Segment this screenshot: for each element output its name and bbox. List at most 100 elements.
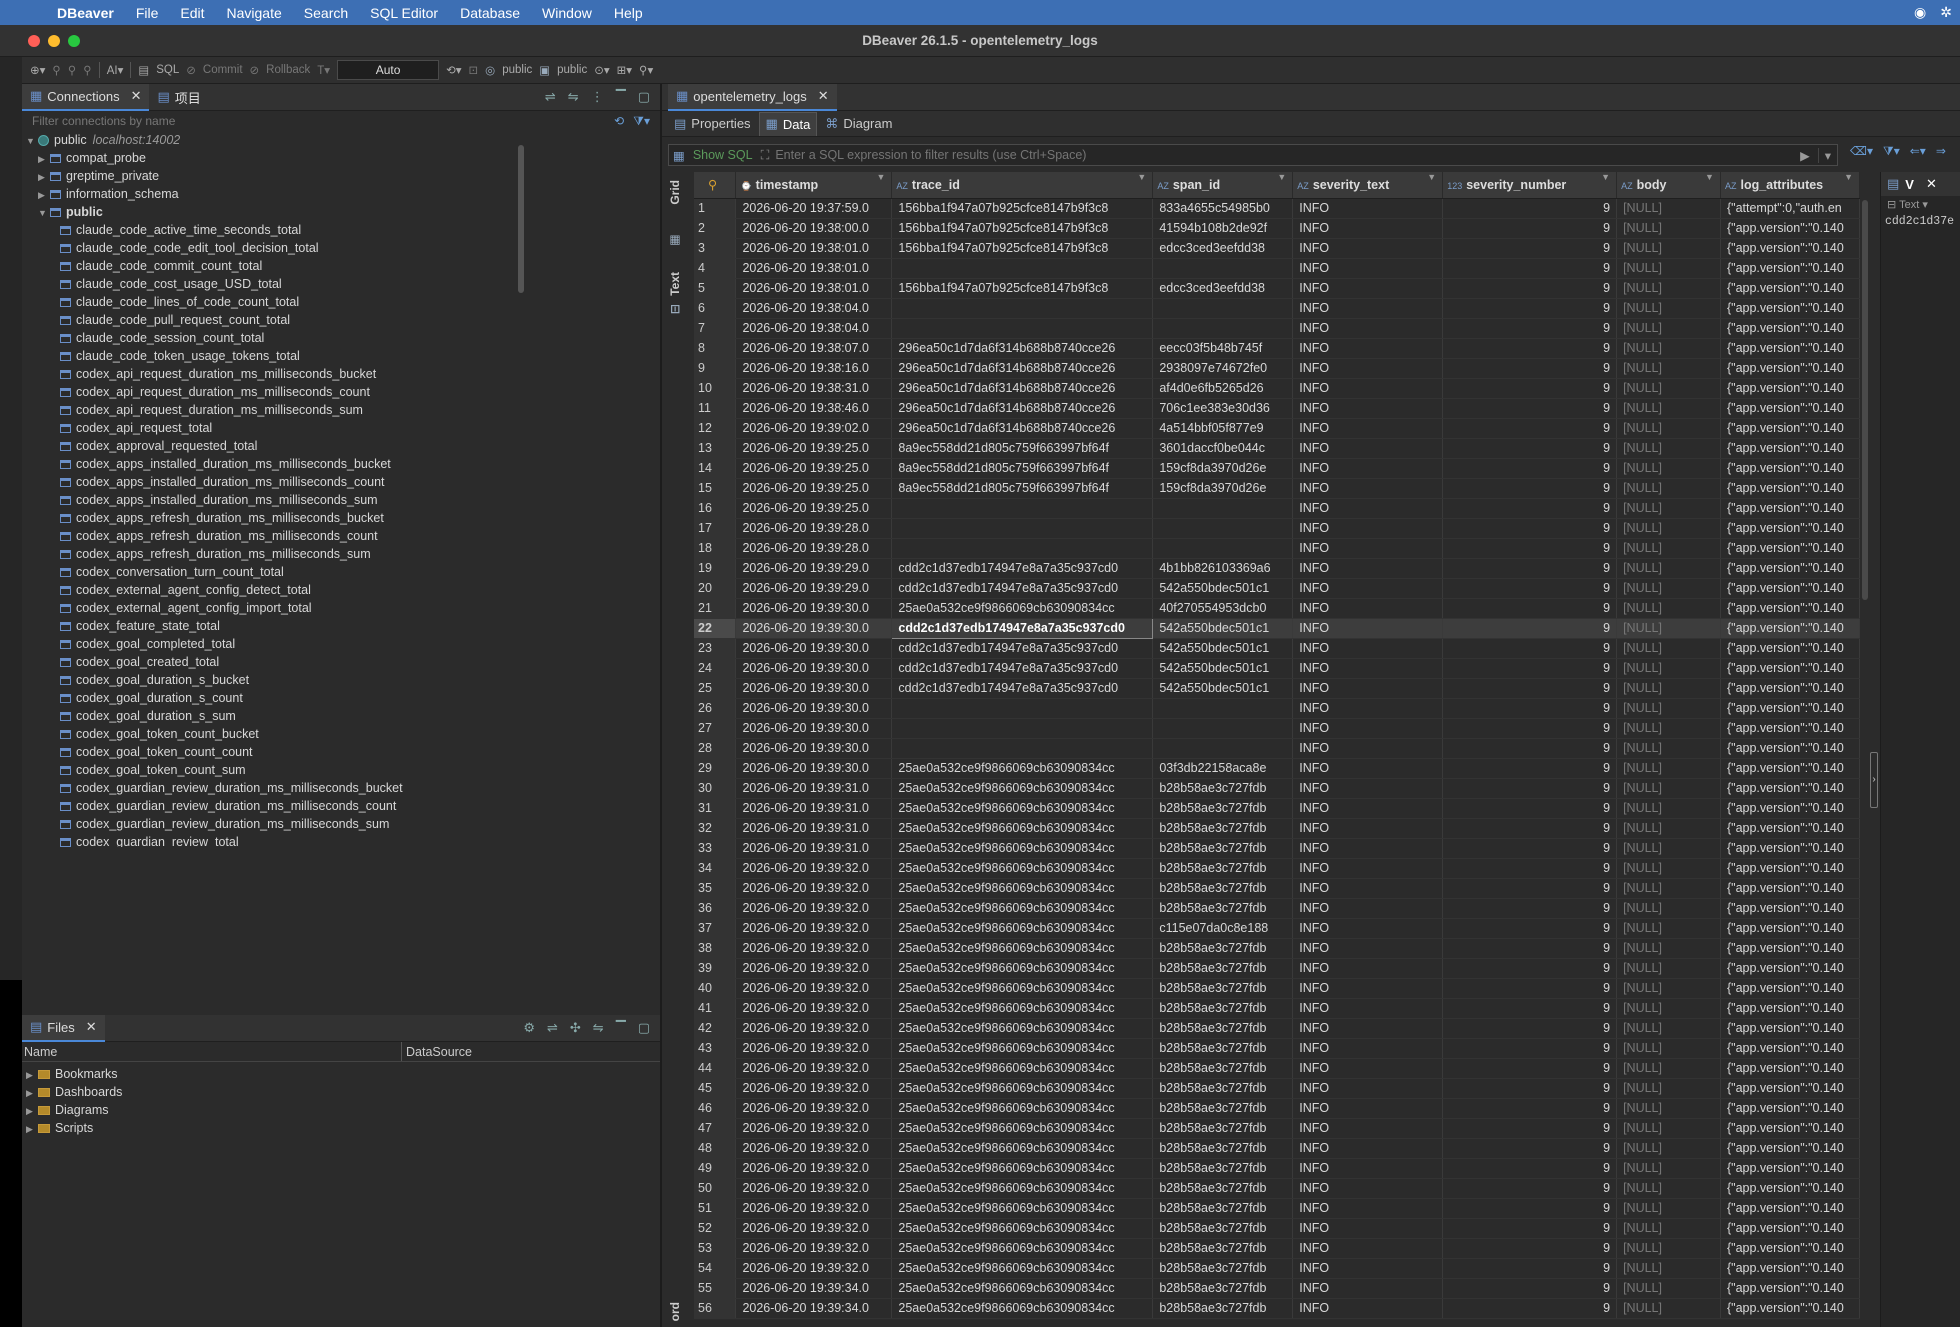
- cell-trace-id[interactable]: 25ae0a532ce9f9866069cb63090834cc: [891, 1078, 1154, 1099]
- cell-log-attributes[interactable]: {"app.version":"0.140: [1720, 438, 1860, 459]
- forward-icon[interactable]: ⇒: [1936, 144, 1946, 159]
- cell-log-attributes[interactable]: {"app.version":"0.140: [1720, 298, 1860, 319]
- menu-navigate[interactable]: Navigate: [216, 5, 293, 21]
- cell-span-id[interactable]: b28b58ae3c727fdb: [1152, 1098, 1294, 1119]
- cell-span-id[interactable]: c115e07da0c8e188: [1152, 918, 1294, 939]
- cell-trace-id[interactable]: 25ae0a532ce9f9866069cb63090834cc: [891, 1038, 1154, 1059]
- row-number[interactable]: 18: [694, 538, 737, 559]
- cell-trace-id[interactable]: [891, 498, 1154, 519]
- row-number[interactable]: 32: [694, 818, 737, 839]
- cell-trace-id[interactable]: 25ae0a532ce9f9866069cb63090834cc: [891, 1258, 1154, 1279]
- cell-log-attributes[interactable]: {"app.version":"0.140: [1720, 778, 1860, 799]
- cell-body[interactable]: [NULL]: [1616, 658, 1721, 679]
- cell-severity-number[interactable]: 9: [1442, 1238, 1618, 1259]
- invalidate-icon[interactable]: ⚲: [83, 63, 91, 77]
- cell-severity-number[interactable]: 9: [1442, 598, 1618, 619]
- cell-log-attributes[interactable]: {"app.version":"0.140: [1720, 1278, 1860, 1299]
- row-number[interactable]: 34: [694, 858, 737, 879]
- tree-node-table[interactable]: codex_apps_installed_duration_ms_millise…: [22, 491, 660, 509]
- cell-body[interactable]: [NULL]: [1616, 1018, 1721, 1039]
- filter-history-icon[interactable]: ▾: [1817, 147, 1837, 163]
- cell-severity-text[interactable]: INFO: [1292, 558, 1444, 579]
- cell-body[interactable]: [NULL]: [1616, 418, 1721, 439]
- cell-timestamp[interactable]: 2026-06-20 19:39:28.0: [735, 518, 893, 539]
- cell-timestamp[interactable]: 2026-06-20 19:39:32.0: [735, 1178, 893, 1199]
- cell-trace-id[interactable]: 25ae0a532ce9f9866069cb63090834cc: [891, 938, 1154, 959]
- cell-body[interactable]: [NULL]: [1616, 998, 1721, 1019]
- value-mode-selector[interactable]: ⊟ Text ▾: [1881, 196, 1960, 213]
- row-number-header[interactable]: ⚲: [694, 172, 737, 199]
- cell-severity-text[interactable]: INFO: [1292, 458, 1444, 479]
- link-editor-icon[interactable]: ⇋: [568, 89, 579, 105]
- cell-span-id[interactable]: b28b58ae3c727fdb: [1152, 1298, 1294, 1319]
- table-row[interactable]: 39 2026-06-20 19:39:32.0 25ae0a532ce9f9866…: [694, 958, 1860, 979]
- cell-trace-id[interactable]: cdd2c1d37edb174947e8a7a35c937cd0: [891, 617, 1154, 639]
- cell-severity-text[interactable]: INFO: [1292, 998, 1444, 1019]
- cell-span-id[interactable]: b28b58ae3c727fdb: [1152, 1198, 1294, 1219]
- cell-timestamp[interactable]: 2026-06-20 19:38:01.0: [735, 238, 893, 259]
- transaction-mode-icon[interactable]: T▾: [317, 63, 330, 77]
- navigate-icon[interactable]: ⊙▾: [594, 63, 609, 77]
- files-item[interactable]: ▶ Bookmarks: [22, 1065, 660, 1083]
- cell-timestamp[interactable]: 2026-06-20 19:39:30.0: [735, 598, 893, 619]
- cell-severity-number[interactable]: 9: [1442, 578, 1618, 599]
- tab-diagram[interactable]: ⌘ Diagram: [819, 112, 898, 136]
- table-row[interactable]: 11 2026-06-20 19:38:46.0 296ea50c1d7da6f31…: [694, 398, 1860, 419]
- row-number[interactable]: 1: [694, 198, 737, 219]
- cell-log-attributes[interactable]: {"app.version":"0.140: [1720, 1058, 1860, 1079]
- tree-node-table[interactable]: codex_goal_duration_s_sum: [22, 707, 660, 725]
- table-row[interactable]: 7 2026-06-20 19:38:04.0 INFO 9 [NULL] {"app.v…: [694, 318, 1860, 339]
- disconnect-icon[interactable]: ⚲: [68, 63, 76, 77]
- cell-severity-text[interactable]: INFO: [1292, 358, 1444, 379]
- new-connection-icon[interactable]: ⊕▾: [30, 63, 45, 77]
- table-row[interactable]: 34 2026-06-20 19:39:32.0 25ae0a532ce9f9866…: [694, 858, 1860, 879]
- cell-log-attributes[interactable]: {"app.version":"0.140: [1720, 218, 1860, 239]
- eraser-icon[interactable]: ⌫▾: [1850, 144, 1873, 159]
- tree-node-table[interactable]: claude_code_cost_usage_USD_total: [22, 275, 660, 293]
- cell-trace-id[interactable]: [891, 258, 1154, 279]
- cell-body[interactable]: [NULL]: [1616, 878, 1721, 899]
- cell-severity-text[interactable]: INFO: [1292, 418, 1444, 439]
- row-number[interactable]: 48: [694, 1138, 737, 1159]
- cell-span-id[interactable]: b28b58ae3c727fdb: [1152, 938, 1294, 959]
- cell-severity-number[interactable]: 9: [1442, 738, 1618, 759]
- cell-severity-number[interactable]: 9: [1442, 1258, 1618, 1279]
- cell-body[interactable]: [NULL]: [1616, 1218, 1721, 1239]
- row-number[interactable]: 36: [694, 898, 737, 919]
- tab-files[interactable]: ▤ Files ✕: [22, 1014, 105, 1042]
- tree-node-table[interactable]: codex_goal_token_count_sum: [22, 761, 660, 779]
- table-row[interactable]: 1 2026-06-20 19:37:59.0 156bba1f947a07b925…: [694, 198, 1860, 219]
- cell-log-attributes[interactable]: {"app.version":"0.140: [1720, 1178, 1860, 1199]
- cell-log-attributes[interactable]: {"app.version":"0.140: [1720, 458, 1860, 479]
- cell-severity-number[interactable]: 9: [1442, 798, 1618, 819]
- table-row[interactable]: 27 2026-06-20 19:39:30.0 INFO 9 [NULL] {"app.…: [694, 718, 1860, 739]
- cell-span-id[interactable]: 542a550bdec501c1: [1152, 638, 1294, 659]
- tab-connections[interactable]: ▦ Connections ✕: [22, 83, 150, 111]
- cell-timestamp[interactable]: 2026-06-20 19:39:30.0: [735, 718, 893, 739]
- cell-severity-number[interactable]: 9: [1442, 1058, 1618, 1079]
- cell-severity-text[interactable]: INFO: [1292, 958, 1444, 979]
- cell-trace-id[interactable]: [891, 538, 1154, 559]
- cell-severity-number[interactable]: 9: [1442, 818, 1618, 839]
- cell-severity-text[interactable]: INFO: [1292, 218, 1444, 239]
- minimize-icon[interactable]: ▔: [616, 89, 626, 105]
- cell-log-attributes[interactable]: {"attempt":0,"auth.en: [1720, 198, 1860, 219]
- row-number[interactable]: 23: [694, 638, 737, 659]
- cell-body[interactable]: [NULL]: [1616, 818, 1721, 839]
- cell-body[interactable]: [NULL]: [1616, 638, 1721, 659]
- row-number[interactable]: 42: [694, 1018, 737, 1039]
- cell-severity-text[interactable]: INFO: [1292, 938, 1444, 959]
- cell-trace-id[interactable]: 25ae0a532ce9f9866069cb63090834cc: [891, 898, 1154, 919]
- table-row[interactable]: 41 2026-06-20 19:39:32.0 25ae0a532ce9f9866…: [694, 998, 1860, 1019]
- ai-icon[interactable]: AI▾: [107, 63, 124, 77]
- cell-trace-id[interactable]: cdd2c1d37edb174947e8a7a35c937cd0: [891, 558, 1154, 579]
- cell-log-attributes[interactable]: {"app.version":"0.140: [1720, 278, 1860, 299]
- tree-scrollbar[interactable]: [518, 145, 524, 293]
- column-header-span-id[interactable]: AZ span_id ▼: [1152, 172, 1294, 199]
- column-menu-icon[interactable]: ▼: [1277, 172, 1286, 182]
- cell-trace-id[interactable]: 8a9ec558dd21d805c759f663997bf64f: [891, 438, 1154, 459]
- tree-node-table[interactable]: codex_apps_installed_duration_ms_millise…: [22, 473, 660, 491]
- tree-node-table[interactable]: codex_goal_created_total: [22, 653, 660, 671]
- cell-span-id[interactable]: 03f3db22158aca8e: [1152, 758, 1294, 779]
- column-header-log-attributes[interactable]: AZ log_attributes ▼: [1720, 172, 1860, 199]
